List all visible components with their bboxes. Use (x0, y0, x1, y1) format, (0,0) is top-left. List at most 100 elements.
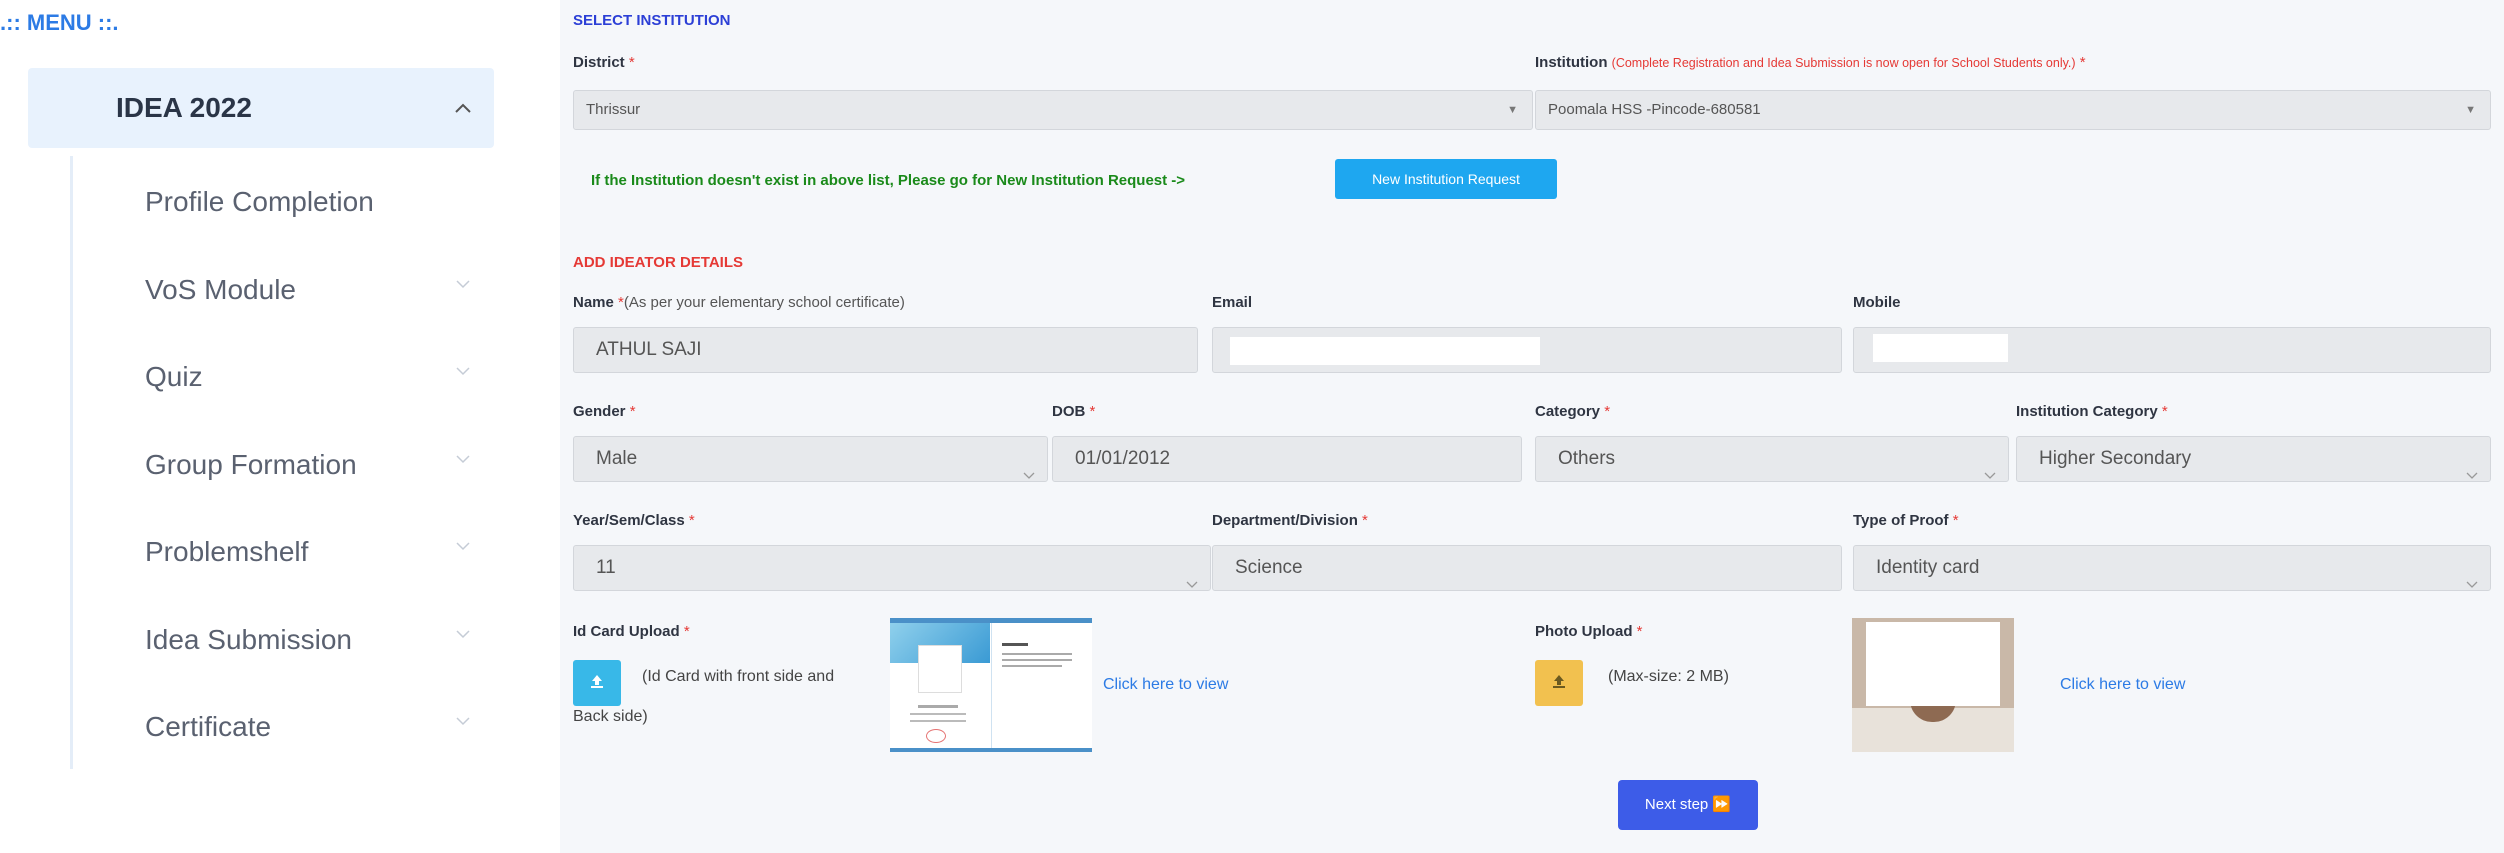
menu-group-idea-2022[interactable]: IDEA 2022 (28, 68, 494, 148)
name-label: Name *(As per your elementary school cer… (573, 294, 905, 311)
gender-select[interactable]: Male (573, 436, 1048, 482)
institution-category-select[interactable]: Higher Secondary (2016, 436, 2491, 482)
required-mark: * (628, 54, 635, 71)
new-institution-request-button[interactable]: New Institution Request (1335, 159, 1557, 199)
year-select-value: 11 (596, 557, 616, 578)
chevron-down-icon (1186, 562, 1198, 590)
district-select[interactable]: Thrissur ▼ (573, 90, 1533, 130)
sidebar-item-idea-submission[interactable]: Idea Submission (70, 593, 494, 681)
sidebar-item-label: Problemshelf (145, 536, 309, 567)
institution-category-select-value: Higher Secondary (2039, 448, 2192, 469)
submenu: Profile Completion VoS Module Quiz Group… (70, 156, 494, 769)
photo-upload-label-text: Photo Upload (1535, 623, 1633, 640)
idcard-line (1002, 665, 1062, 667)
name-hint: (As per your elementary school certifica… (623, 294, 905, 311)
chevron-down-icon (456, 279, 470, 294)
email-label: Email (1212, 294, 1253, 311)
upload-icon (1550, 672, 1568, 695)
chevron-down-icon (2466, 453, 2478, 481)
district-select-value: Thrissur (586, 101, 641, 118)
year-label-text: Year/Sem/Class (573, 512, 685, 529)
chevron-down-icon (456, 717, 470, 731)
gender-label: Gender * (573, 403, 636, 420)
department-field[interactable]: Science (1212, 545, 1842, 591)
idcard-back (991, 623, 1092, 748)
idcard-hint-line1: (Id Card with front side and (642, 668, 835, 685)
chevron-down-icon (456, 542, 470, 556)
next-step-button[interactable]: Next step ⏩ (1618, 780, 1758, 830)
sidebar-item-group-formation[interactable]: Group Formation (70, 418, 494, 506)
menu-group-label: IDEA 2022 (116, 92, 252, 123)
redacted-email (1230, 337, 1540, 365)
photo-upload-button[interactable] (1535, 660, 1583, 706)
idcard-line (1002, 659, 1072, 661)
required-mark: * (1362, 512, 1368, 529)
sidebar-item-vos-module[interactable]: VoS Module (70, 243, 494, 331)
photo-hint: (Max-size: 2 MB) (1608, 668, 1729, 685)
proof-select[interactable]: Identity card (1853, 545, 2491, 591)
idcard-view-link[interactable]: Click here to view (1103, 676, 1228, 694)
institution-category-label: Institution Category * (2016, 403, 2168, 420)
sidebar-item-quiz[interactable]: Quiz (70, 331, 494, 419)
redacted-mobile (1873, 334, 2008, 362)
chevron-down-icon (456, 629, 470, 644)
institution-category-label-text: Institution Category (2016, 403, 2158, 420)
category-label-text: Category (1535, 403, 1601, 420)
required-mark: * (2079, 54, 2086, 71)
institution-label: Institution (Complete Registration and I… (1535, 54, 2086, 71)
year-select[interactable]: 11 (573, 545, 1211, 591)
idcard-upload-label-text: Id Card Upload (573, 623, 680, 640)
sidebar-item-problemshelf[interactable]: Problemshelf (70, 506, 494, 594)
required-mark: * (629, 403, 636, 420)
proof-label-text: Type of Proof (1853, 512, 1949, 529)
main-form: SELECT INSTITUTION District * Thrissur ▼… (560, 0, 2504, 853)
chevron-down-icon (2466, 562, 2478, 590)
dob-field-value: 01/01/2012 (1075, 448, 1171, 469)
caret-down-icon: ▼ (2465, 104, 2476, 116)
required-mark: * (1952, 512, 1959, 529)
sidebar-item-profile-completion[interactable]: Profile Completion (70, 156, 494, 244)
institution-select[interactable]: Poomala HSS -Pincode-680581 ▼ (1535, 90, 2491, 130)
idcard-thumbnail[interactable] (890, 618, 1092, 752)
idcard-line (1002, 653, 1072, 655)
district-label: District * (573, 54, 635, 71)
sidebar: .:: MENU ::. IDEA 2022 Profile Completio… (0, 0, 560, 853)
chevron-down-icon (456, 454, 470, 469)
idcard-line (910, 720, 966, 722)
sidebar-item-label: Certificate (145, 711, 272, 742)
idcard-line (1002, 643, 1028, 646)
sidebar-item-certificate[interactable]: Certificate (70, 681, 494, 769)
required-mark: * (1089, 403, 1096, 420)
dob-label: DOB * (1052, 403, 1095, 420)
gender-label-text: Gender (573, 403, 626, 420)
photo-thumbnail[interactable] (1852, 618, 2014, 752)
idcard-upload-button[interactable] (573, 660, 621, 706)
name-field[interactable]: ATHUL SAJI (573, 327, 1198, 373)
department-field-value: Science (1235, 557, 1303, 578)
idcard-hint-line2: Back side) (573, 708, 648, 725)
sidebar-item-label: Group Formation (145, 448, 357, 480)
dob-label-text: DOB (1052, 403, 1086, 420)
sidebar-item-label: VoS Module (145, 273, 296, 305)
institution-label-text: Institution (1535, 54, 1608, 71)
required-mark: * (1636, 623, 1643, 640)
gender-select-value: Male (596, 448, 638, 469)
section-title-institution: SELECT INSTITUTION (573, 12, 731, 29)
category-select[interactable]: Others (1535, 436, 2009, 482)
required-mark: * (1604, 403, 1611, 420)
name-label-text: Name (573, 294, 614, 311)
mobile-label: Mobile (1853, 294, 1901, 311)
department-label: Department/Division * (1212, 512, 1368, 529)
dob-field[interactable]: 01/01/2012 (1052, 436, 1522, 482)
photo-view-link[interactable]: Click here to view (2060, 676, 2185, 694)
proof-label: Type of Proof * (1853, 512, 1959, 529)
idcard-line (910, 713, 966, 715)
name-field-value: ATHUL SAJI (596, 339, 702, 360)
sidebar-item-label: Quiz (145, 361, 203, 392)
department-label-text: Department/Division (1212, 512, 1358, 529)
sidebar-item-label: Idea Submission (145, 623, 353, 655)
required-mark: * (683, 623, 690, 640)
institution-hint: (Complete Registration and Idea Submissi… (1611, 56, 2076, 70)
year-label: Year/Sem/Class * (573, 512, 695, 529)
chevron-up-icon (454, 90, 472, 121)
